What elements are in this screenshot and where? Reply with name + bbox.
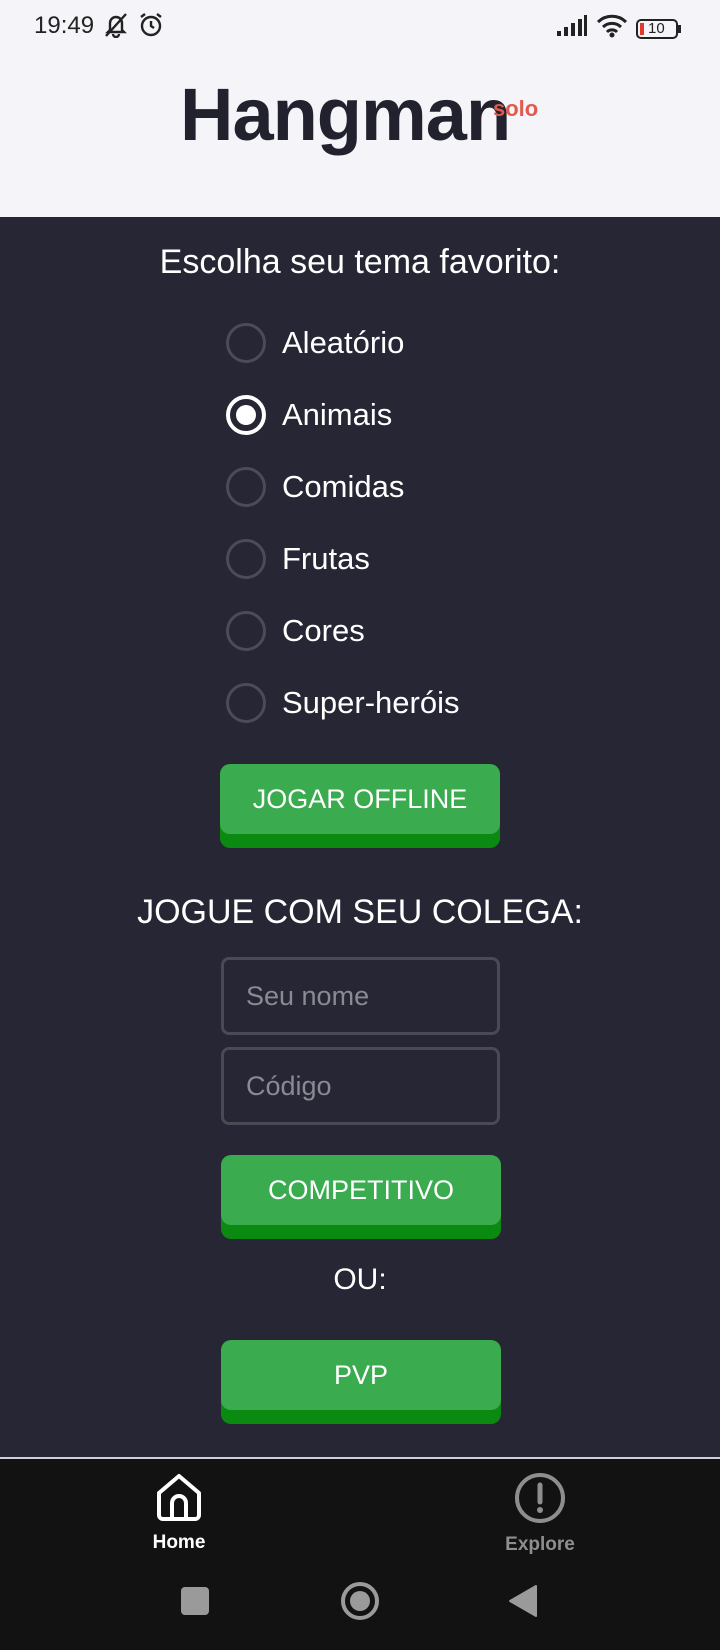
theme-option-comidas[interactable]: Comidas [226,462,404,512]
theme-option-label: Frutas [282,541,370,576]
player-name-input[interactable] [221,957,500,1035]
nav-item-explore[interactable]: Explore [470,1471,610,1556]
pvp-label: PVP [221,1340,501,1410]
theme-option-label: Animais [282,397,393,432]
play-offline-button[interactable]: JOGAR OFFLINE [220,764,500,848]
theme-heading: Escolha seu tema favorito: [159,243,561,281]
signal-icon [556,15,588,42]
recents-square-icon[interactable] [181,1587,209,1620]
app-header: Hangman solo [0,52,720,217]
alert-circle-icon [470,1471,610,1530]
app-title: Hangman [180,73,511,156]
battery-level: 10 [648,19,665,37]
system-navigation-bar [0,1560,720,1650]
room-code-input[interactable] [221,1047,500,1125]
theme-option-super-herois[interactable]: Super-heróis [226,678,459,728]
theme-option-label: Cores [282,613,365,648]
radio-button-selected[interactable] [226,395,266,435]
home-icon [109,1471,249,1528]
theme-option-cores[interactable]: Cores [226,606,365,656]
radio-button[interactable] [226,539,266,579]
multiplayer-heading: JOGUE COM SEU COLEGA: [137,893,583,931]
play-offline-label: JOGAR OFFLINE [220,764,500,834]
nav-label-home: Home [152,1532,206,1553]
back-triangle-icon[interactable] [508,1584,538,1623]
radio-button[interactable] [226,323,266,363]
nav-item-home[interactable]: Home [109,1471,249,1554]
theme-option-label: Comidas [282,469,405,504]
status-bar: 19:49 10 [0,0,720,52]
battery-icon: 10 [636,18,682,40]
nav-label-explore: Explore [505,1534,575,1555]
wifi-icon [596,14,628,43]
main-content: Escolha seu tema favorito: Aleatório Ani… [0,217,720,1458]
home-circle-icon[interactable] [340,1581,380,1626]
or-label: OU: [333,1263,387,1296]
alarm-icon [138,12,164,43]
theme-option-label: Aleatório [282,325,405,360]
theme-option-frutas[interactable]: Frutas [226,534,370,584]
bottom-nav: Home Explore [0,1459,720,1560]
competitive-label: COMPETITIVO [221,1155,501,1225]
theme-option-label: Super-heróis [282,685,460,720]
mode-badge: solo [493,96,539,121]
radio-button[interactable] [226,683,266,723]
theme-option-animais[interactable]: Animais [226,390,392,440]
radio-button[interactable] [226,611,266,651]
radio-button[interactable] [226,467,266,507]
pvp-button[interactable]: PVP [221,1340,501,1424]
notifications-off-icon [102,12,130,43]
theme-option-aleatorio[interactable]: Aleatório [226,318,404,368]
status-time: 19:49 [34,12,95,39]
competitive-button[interactable]: COMPETITIVO [221,1155,501,1239]
